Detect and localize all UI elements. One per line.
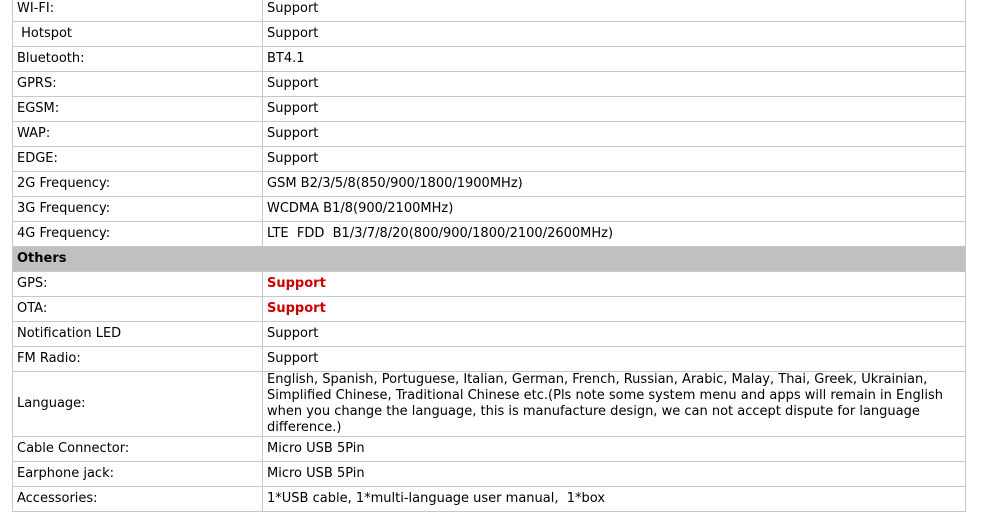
- spec-value: Support: [262, 121, 966, 147]
- spec-label: Earphone jack:: [12, 461, 263, 487]
- spec-row-accessories: Accessories: 1*USB cable, 1*multi-langua…: [12, 486, 966, 512]
- spec-label: 2G Frequency:: [12, 171, 263, 197]
- spec-value: LTE FDD B1/3/7/8/20(800/900/1800/2100/26…: [262, 221, 966, 247]
- spec-label: OTA:: [12, 296, 263, 322]
- spec-value: 1*USB cable, 1*multi-language user manua…: [262, 486, 966, 512]
- spec-label: Notification LED: [12, 321, 263, 347]
- spec-label: GPRS:: [12, 71, 263, 97]
- spec-row-2g-frequency: 2G Frequency: GSM B2/3/5/8(850/900/1800/…: [12, 171, 966, 197]
- spec-value: Support: [262, 21, 966, 47]
- spec-value: English, Spanish, Portuguese, Italian, G…: [262, 371, 966, 437]
- spec-table: WI-FI: Support Hotspot Support Bluetooth…: [12, 0, 966, 512]
- spec-row-fm-radio: FM Radio: Support: [12, 346, 966, 372]
- spec-label: Hotspot: [12, 21, 263, 47]
- spec-value: Support: [262, 71, 966, 97]
- spec-value: Micro USB 5Pin: [262, 461, 966, 487]
- spec-label: 3G Frequency:: [12, 196, 263, 222]
- spec-row-ota: OTA: Support: [12, 296, 966, 322]
- spec-row-bluetooth: Bluetooth: BT4.1: [12, 46, 966, 72]
- spec-value: Micro USB 5Pin: [262, 436, 966, 462]
- spec-row-gprs: GPRS: Support: [12, 71, 966, 97]
- spec-row-4g-frequency: 4G Frequency: LTE FDD B1/3/7/8/20(800/90…: [12, 221, 966, 247]
- spec-value: Support: [262, 321, 966, 347]
- spec-value: Support: [262, 146, 966, 172]
- spec-row-gps: GPS: Support: [12, 271, 966, 297]
- spec-row-wap: WAP: Support: [12, 121, 966, 147]
- spec-value: Support: [262, 346, 966, 372]
- spec-label: WI-FI:: [12, 0, 263, 22]
- spec-row-earphone-jack: Earphone jack: Micro USB 5Pin: [12, 461, 966, 487]
- spec-label: Language:: [12, 371, 263, 437]
- spec-value: Support: [262, 271, 966, 297]
- spec-row-language: Language: English, Spanish, Portuguese, …: [12, 371, 966, 437]
- section-header-others: Others: [12, 246, 966, 272]
- spec-label: WAP:: [12, 121, 263, 147]
- spec-label: EDGE:: [12, 146, 263, 172]
- spec-label: Cable Connector:: [12, 436, 263, 462]
- spec-value: Support: [262, 296, 966, 322]
- section-title: Others: [12, 246, 966, 272]
- spec-value: WCDMA B1/8(900/2100MHz): [262, 196, 966, 222]
- spec-label: EGSM:: [12, 96, 263, 122]
- spec-value: GSM B2/3/5/8(850/900/1800/1900MHz): [262, 171, 966, 197]
- spec-label: Bluetooth:: [12, 46, 263, 72]
- spec-row-cable-connector: Cable Connector: Micro USB 5Pin: [12, 436, 966, 462]
- spec-row-egsm: EGSM: Support: [12, 96, 966, 122]
- spec-row-3g-frequency: 3G Frequency: WCDMA B1/8(900/2100MHz): [12, 196, 966, 222]
- spec-value: Support: [262, 96, 966, 122]
- spec-value: BT4.1: [262, 46, 966, 72]
- spec-label: 4G Frequency:: [12, 221, 263, 247]
- spec-label: FM Radio:: [12, 346, 263, 372]
- spec-label: GPS:: [12, 271, 263, 297]
- spec-row-wifi: WI-FI: Support: [12, 0, 966, 22]
- spec-row-edge: EDGE: Support: [12, 146, 966, 172]
- spec-row-hotspot: Hotspot Support: [12, 21, 966, 47]
- spec-row-notification-led: Notification LED Support: [12, 321, 966, 347]
- spec-label: Accessories:: [12, 486, 263, 512]
- spec-value: Support: [262, 0, 966, 22]
